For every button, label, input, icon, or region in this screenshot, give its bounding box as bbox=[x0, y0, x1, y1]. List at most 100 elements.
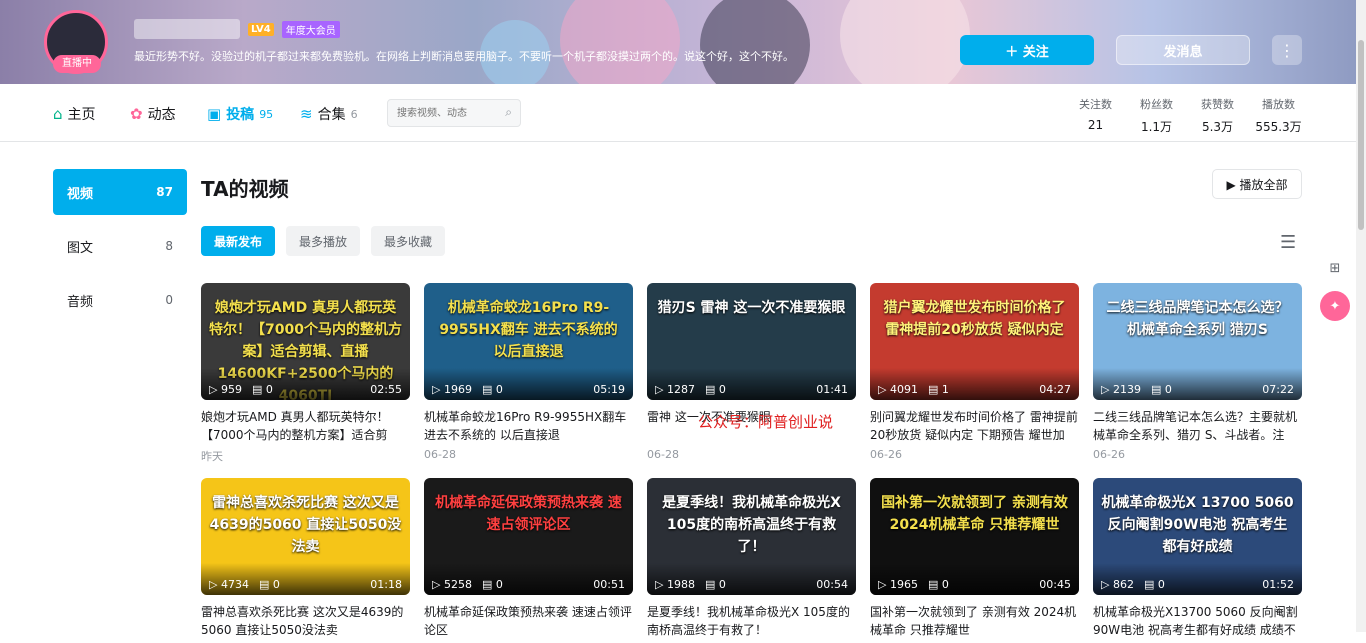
danmaku-icon: ▤ bbox=[1143, 578, 1158, 591]
thumbnail-text: 二线三线品牌笔记本怎么选？机械革命全系列 猎刃S bbox=[1106, 300, 1289, 338]
ai-assistant-icon[interactable]: ✦ bbox=[1320, 291, 1350, 321]
video-meta: ▷ 2139 ▤ 0 bbox=[1101, 383, 1172, 396]
video-title[interactable]: 是夏季线！我机械革命极光X 105度的南桥高温终于有救了！ bbox=[647, 603, 856, 639]
home-icon: ⌂ bbox=[53, 105, 63, 123]
send-message-button[interactable]: 发消息 bbox=[1116, 35, 1250, 65]
video-title[interactable]: 二线三线品牌笔记本怎么选？主要就机械革命全系列、猎刃 S、斗战者。注意… bbox=[1093, 408, 1302, 444]
watermark-text: 公众号：阿普创业说 bbox=[698, 413, 834, 431]
live-badge[interactable]: 直播中 bbox=[53, 55, 101, 73]
video-thumbnail[interactable]: 机械革命延保政策预热来袭 速速占领评论区 ▷ 5258 ▤ 0 00:51 bbox=[424, 478, 633, 595]
play-all-button[interactable]: ▶ 播放全部 bbox=[1212, 169, 1302, 199]
tab-posts[interactable]: ▣ 投稿 95 bbox=[207, 104, 273, 124]
views-value: 4091 bbox=[889, 383, 918, 396]
video-thumbnail[interactable]: 猎刃S 雷神 这一次不准要猴眼 ▷ 1287 ▤ 0 01:41 bbox=[647, 283, 856, 400]
video-card[interactable]: 猎户翼龙耀世发布时间价格了 雷神提前20秒放货 疑似内定 ▷ 4091 ▤ 1 04:… bbox=[870, 283, 1079, 461]
danmaku-count: ▤ 0 bbox=[252, 383, 273, 396]
tab-collections[interactable]: ≋ 合集 6 bbox=[300, 104, 358, 124]
video-title[interactable]: 机械革命极光X13700 5060 反向阉割90W电池 祝高考生都有好成绩 成绩… bbox=[1093, 603, 1302, 639]
tab-dynamic[interactable]: ✿ 动态 bbox=[130, 104, 176, 124]
video-card[interactable]: 雷神总喜欢杀死比赛 这次又是4639的5060 直接让5050没法卖 ▷ 4734… bbox=[201, 478, 410, 643]
search-input[interactable] bbox=[388, 100, 488, 126]
filter-latest[interactable]: 最新发布 bbox=[201, 226, 276, 256]
username-row: LV4 年度大会员 bbox=[134, 18, 340, 40]
stat-value: 555.3万 bbox=[1255, 120, 1302, 134]
views-value: 1965 bbox=[889, 578, 918, 591]
views-count: ▷ 5258 bbox=[432, 578, 472, 591]
video-title[interactable]: 别问翼龙耀世发布时间价格了 雷神提前20秒放货 疑似内定 下期预告 耀世加压… bbox=[870, 408, 1079, 444]
grid-float-icon[interactable]: ⊞ bbox=[1320, 253, 1350, 283]
video-title[interactable]: 雷神总喜欢杀死比赛 这次又是4639的5060 直接让5050没法卖 bbox=[201, 603, 410, 639]
danmaku-value: 0 bbox=[265, 383, 273, 396]
video-title[interactable]: 国补第一次就领到了 亲测有效 2024机械革命 只推荐耀世 bbox=[870, 603, 1079, 639]
video-card[interactable]: 机械革命极光X 13700 5060 反向阉割90W电池 祝高考生都有好成绩 ▷ … bbox=[1093, 478, 1302, 643]
avatar[interactable]: 直播中 bbox=[44, 10, 108, 74]
play-icon: ▷ bbox=[655, 383, 667, 396]
video-duration: 05:19 bbox=[593, 383, 625, 396]
danmaku-value: 0 bbox=[718, 578, 726, 591]
video-duration: 04:27 bbox=[1039, 383, 1071, 396]
danmaku-count: ▤ 0 bbox=[928, 578, 949, 591]
video-card[interactable]: 猎刃S 雷神 这一次不准要猴眼 ▷ 1287 ▤ 0 01:41 雷神 这一次不准要猴眼… bbox=[647, 283, 856, 461]
video-date: 06-28 bbox=[424, 448, 456, 461]
video-card[interactable]: 机械革命延保政策预热来袭 速速占领评论区 ▷ 5258 ▤ 0 00:51 机械革命延保… bbox=[424, 478, 633, 643]
video-card[interactable]: 是夏季线！我机械革命极光X 105度的南桥高温终于有救了！ ▷ 1988 ▤ 0 00… bbox=[647, 478, 856, 643]
video-thumbnail[interactable]: 猎户翼龙耀世发布时间价格了 雷神提前20秒放货 疑似内定 ▷ 4091 ▤ 1 04:… bbox=[870, 283, 1079, 400]
play-icon: ▷ bbox=[209, 578, 221, 591]
profile-banner: 直播中 LV4 年度大会员 最近形势不好。没验过的机子都过来都免费验机。在网络上… bbox=[0, 0, 1356, 84]
stat-value: 5.3万 bbox=[1201, 120, 1234, 134]
thumbnail-text: 机械革命极光X 13700 5060 反向阉割90W电池 祝高考生都有好成绩 bbox=[1101, 495, 1294, 555]
tab-home[interactable]: ⌂ 主页 bbox=[53, 104, 96, 124]
danmaku-count: ▤ 0 bbox=[1144, 578, 1165, 591]
danmaku-icon: ▤ bbox=[481, 383, 496, 396]
stat-followers[interactable]: 粉丝数 1.1万 bbox=[1126, 96, 1187, 135]
sidebar-item-count: 8 bbox=[165, 239, 173, 253]
sidebar-item-video[interactable]: 视频 87 bbox=[53, 169, 187, 215]
video-meta: ▷ 862 ▤ 0 bbox=[1101, 578, 1165, 591]
search-box[interactable]: ⌕ bbox=[387, 99, 521, 127]
video-thumbnail[interactable]: 娘炮才玩AMD 真男人都玩英特尔！【7000个马内的整机方案】适合剪辑、直播 1… bbox=[201, 283, 410, 400]
list-view-icon[interactable]: ☰ bbox=[1280, 232, 1296, 253]
video-date: 06-26 bbox=[870, 448, 902, 461]
video-thumbnail[interactable]: 是夏季线！我机械革命极光X 105度的南桥高温终于有救了！ ▷ 1988 ▤ 0 00… bbox=[647, 478, 856, 595]
video-title[interactable]: 机械革命蛟龙16Pro R9-9955HX翻车 进去不系统的 以后直接退 bbox=[424, 408, 633, 444]
sidebar-item-label: 音频 bbox=[67, 294, 94, 310]
follow-button[interactable]: ＋ 关注 bbox=[960, 35, 1094, 65]
thumbnail-text: 机械革命蛟龙16Pro R9-9955HX翻车 进去不系统的 以后直接退 bbox=[439, 300, 618, 360]
views-count: ▷ 862 bbox=[1101, 578, 1134, 591]
danmaku-count: ▤ 0 bbox=[1151, 383, 1172, 396]
video-thumbnail[interactable]: 机械革命极光X 13700 5060 反向阉割90W电池 祝高考生都有好成绩 ▷ … bbox=[1093, 478, 1302, 595]
video-card[interactable]: 国补第一次就领到了 亲测有效 2024机械革命 只推荐耀世 ▷ 1965 ▤ 0 00… bbox=[870, 478, 1079, 643]
danmaku-value: 0 bbox=[272, 578, 280, 591]
views-count: ▷ 959 bbox=[209, 383, 242, 396]
views-value: 4734 bbox=[220, 578, 249, 591]
views-count: ▷ 4091 bbox=[878, 383, 918, 396]
video-thumbnail[interactable]: 雷神总喜欢杀死比赛 这次又是4639的5060 直接让5050没法卖 ▷ 4734… bbox=[201, 478, 410, 595]
stat-following[interactable]: 关注数 21 bbox=[1065, 96, 1126, 135]
stat-label: 获赞数 bbox=[1201, 98, 1234, 111]
views-count: ▷ 1965 bbox=[878, 578, 918, 591]
video-thumbnail[interactable]: 机械革命蛟龙16Pro R9-9955HX翻车 进去不系统的 以后直接退 ▷ 19… bbox=[424, 283, 633, 400]
video-card[interactable]: 二线三线品牌笔记本怎么选？机械革命全系列 猎刃S ▷ 2139 ▤ 0 07:22 二线… bbox=[1093, 283, 1302, 461]
filter-most-played[interactable]: 最多播放 bbox=[286, 226, 361, 256]
scrollbar-thumb[interactable] bbox=[1358, 40, 1364, 230]
video-title[interactable]: 娘炮才玩AMD 真男人都玩英特尔！【7000个马内的整机方案】适合剪辑、直… bbox=[201, 408, 410, 444]
video-card[interactable]: 娘炮才玩AMD 真男人都玩英特尔！【7000个马内的整机方案】适合剪辑、直播 1… bbox=[201, 283, 410, 464]
sidebar-item-audio[interactable]: 音频 0 bbox=[53, 277, 187, 323]
views-count: ▷ 1969 bbox=[432, 383, 472, 396]
tab-collections-label: 合集 bbox=[317, 107, 346, 123]
vip-badge[interactable]: 年度大会员 bbox=[281, 20, 340, 38]
more-options-button[interactable]: ⋮ bbox=[1272, 35, 1302, 65]
section-title: TA的视频 bbox=[201, 177, 289, 201]
layers-icon: ≋ bbox=[300, 105, 313, 123]
tab-posts-label: 投稿 bbox=[226, 107, 255, 123]
search-icon[interactable]: ⌕ bbox=[505, 105, 512, 120]
filter-most-favorited[interactable]: 最多收藏 bbox=[371, 226, 446, 256]
video-title[interactable]: 机械革命延保政策预热来袭 速速占领评论区 bbox=[424, 603, 633, 639]
video-card[interactable]: 机械革命蛟龙16Pro R9-9955HX翻车 进去不系统的 以后直接退 ▷ 19… bbox=[424, 283, 633, 461]
scrollbar[interactable] bbox=[1356, 0, 1366, 632]
play-icon: ▷ bbox=[878, 578, 890, 591]
video-thumbnail[interactable]: 二线三线品牌笔记本怎么选？机械革命全系列 猎刃S ▷ 2139 ▤ 0 07:22 bbox=[1093, 283, 1302, 400]
video-thumbnail[interactable]: 国补第一次就领到了 亲测有效 2024机械革命 只推荐耀世 ▷ 1965 ▤ 0 00… bbox=[870, 478, 1079, 595]
username-blurred bbox=[134, 19, 240, 39]
sidebar-item-article[interactable]: 图文 8 bbox=[53, 223, 187, 269]
